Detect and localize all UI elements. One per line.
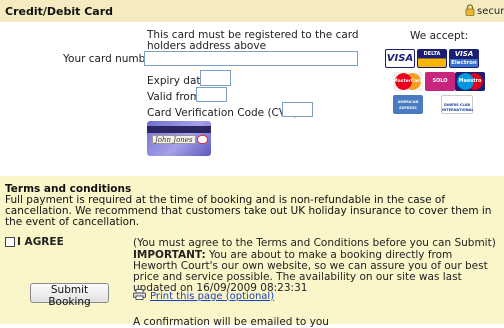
visa-logo: VISA [385, 49, 415, 68]
agree-option[interactable]: I AGREE [5, 236, 64, 248]
card-registration-note: This card must be registered to the card… [147, 29, 359, 52]
submit-booking-button[interactable]: Submit Booking [30, 283, 109, 308]
maestro-logo: Maestro [455, 72, 485, 91]
american-express-logo: AMERICAN EXPRESS [393, 95, 423, 114]
secure-indicator: secur [465, 4, 504, 19]
visa-delta-logo: DELTA [417, 49, 447, 68]
cvc-input[interactable] [282, 102, 313, 117]
diners-club-logo: DINERS CLUB INTERNATIONAL [441, 95, 474, 114]
mastercard-logo: MasterCard [393, 72, 423, 91]
valid-from-input[interactable] [196, 87, 227, 102]
print-page-link[interactable]: Print this page (optional) [150, 291, 274, 302]
magnetic-stripe [147, 126, 211, 133]
valid-from-label: Valid from [147, 91, 201, 103]
accepted-cards-label: We accept: [410, 30, 469, 42]
card-section-title: Credit/Debit Card [5, 5, 113, 18]
card-number-input[interactable] [144, 51, 358, 66]
confirmation-note: A confirmation will be emailed to you [133, 316, 329, 328]
visa-electron-logo: VISA Electron [449, 49, 479, 68]
cvc-label: Card Verification Code (CVC) [147, 107, 298, 119]
expiry-date-label: Expiry date [147, 75, 207, 87]
print-page-link-group[interactable]: Print this page (optional) [133, 289, 274, 303]
padlock-icon [465, 4, 475, 19]
secure-label: secur [477, 6, 504, 17]
visa-electron-bottom-text: Electron [450, 59, 478, 67]
visa-electron-top-text: VISA [454, 50, 474, 58]
card-back-cvc-illustration: John Jones [147, 121, 211, 156]
expiry-date-input[interactable] [200, 70, 231, 86]
agree-checkbox[interactable] [5, 237, 15, 247]
important-notice: IMPORTANT: You are about to make a booki… [133, 250, 499, 294]
cvc-highlight-icon [197, 135, 208, 144]
printer-icon[interactable] [133, 289, 146, 303]
terms-text: Full payment is required at the time of … [5, 194, 492, 228]
agree-label[interactable]: I AGREE [17, 236, 64, 248]
signature-strip: John Jones [152, 135, 196, 144]
card-number-label: Your card number [63, 53, 157, 65]
must-agree-note: (You must agree to the Terms and Conditi… [133, 237, 496, 249]
solo-logo: SOLO [425, 72, 455, 91]
